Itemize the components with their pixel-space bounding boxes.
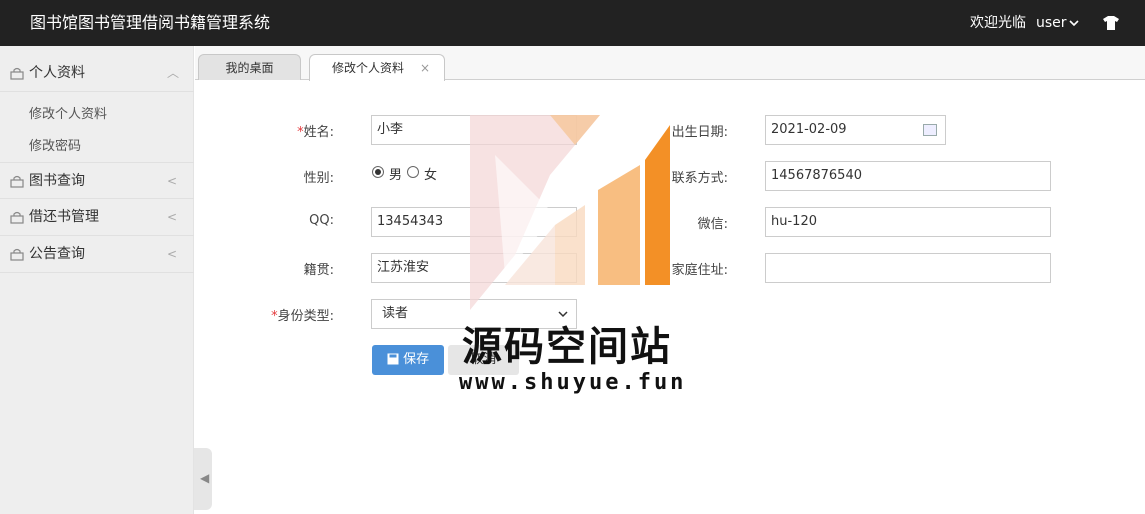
lock-icon — [10, 67, 24, 80]
qq-input[interactable]: 13454343 — [371, 207, 577, 237]
sidebar-item-edit-profile[interactable]: 修改个人资料 — [29, 103, 107, 122]
name-label: *姓名: — [297, 125, 334, 140]
phone-label: 联系方式: — [671, 171, 728, 186]
lock-icon — [10, 248, 24, 261]
sidebar-group-borrow-return[interactable]: 借还书管理 < — [0, 199, 194, 236]
sidebar-item-change-password[interactable]: 修改密码 — [29, 135, 81, 154]
tab-bar: 我的桌面 修改个人资料 × — [195, 46, 1145, 81]
sidebar-group-label: 公告查询 — [29, 246, 85, 262]
sidebar-group-notice[interactable]: 公告查询 < — [0, 236, 194, 273]
name-input[interactable]: 小李 — [371, 115, 577, 145]
gender-male-radio[interactable] — [372, 166, 384, 178]
watermark-text: 源码空间站 — [462, 324, 672, 370]
chevron-left-icon: < — [167, 210, 178, 224]
sidebar-group-book-search[interactable]: 图书查询 < — [0, 162, 194, 199]
chevron-up-icon: ︿ — [167, 66, 180, 80]
sidebar: 个人资料 ︿ 修改个人资料 修改密码 图书查询 < 借还书管理 < 公告查询 < — [0, 46, 194, 514]
sidebar-group-profile[interactable]: 个人资料 ︿ — [0, 55, 194, 92]
sidebar-group-label: 个人资料 — [29, 65, 85, 81]
chevron-down-icon[interactable] — [1068, 17, 1080, 29]
save-button[interactable]: 保存 — [372, 345, 444, 375]
qq-label: QQ: — [309, 213, 334, 228]
native-place-input[interactable]: 江苏淮安 — [371, 253, 577, 283]
wechat-label: 微信: — [697, 217, 728, 232]
id-type-label: *身份类型: — [271, 309, 334, 324]
lock-icon — [10, 175, 24, 188]
address-label: 家庭住址: — [671, 263, 728, 278]
calendar-icon[interactable] — [923, 124, 937, 136]
watermark-url: www.shuyue.fun — [459, 370, 687, 395]
tab-edit-profile[interactable]: 修改个人资料 × — [309, 54, 445, 81]
user-menu[interactable]: user — [1036, 0, 1067, 46]
birth-date-input[interactable]: 2021-02-09 — [765, 115, 946, 145]
theme-shirt-icon[interactable] — [1103, 16, 1119, 30]
sidebar-collapse-handle[interactable]: ◀ — [194, 448, 212, 510]
address-input[interactable] — [765, 253, 1051, 283]
gender-male-label: 男 — [389, 168, 403, 183]
tab-label: 我的桌面 — [225, 61, 274, 75]
sidebar-group-label: 图书查询 — [29, 173, 85, 189]
chevron-left-icon: < — [167, 247, 178, 261]
lock-icon — [10, 211, 24, 224]
wechat-input[interactable]: hu-120 — [765, 207, 1051, 237]
save-icon — [387, 353, 399, 365]
gender-female-radio[interactable] — [407, 166, 419, 178]
close-icon[interactable]: × — [420, 55, 430, 81]
welcome-text: 欢迎光临 — [970, 15, 1026, 31]
app-title: 图书馆图书管理借阅书籍管理系统 — [30, 13, 271, 32]
chevron-left-icon: < — [167, 174, 178, 188]
tab-label: 修改个人资料 — [332, 61, 405, 75]
sidebar-group-label: 借还书管理 — [29, 209, 99, 225]
gender-label: 性别: — [303, 171, 334, 186]
birth-date-label: 出生日期: — [671, 125, 728, 140]
gender-female-label: 女 — [424, 168, 438, 183]
native-place-label: 籍贯: — [303, 263, 334, 278]
triangle-left-icon: ◀ — [200, 471, 210, 485]
top-bar: 图书馆图书管理借阅书籍管理系统 欢迎光临 user — [0, 0, 1145, 46]
tab-desktop[interactable]: 我的桌面 — [198, 54, 301, 80]
phone-input[interactable]: 14567876540 — [765, 161, 1051, 191]
